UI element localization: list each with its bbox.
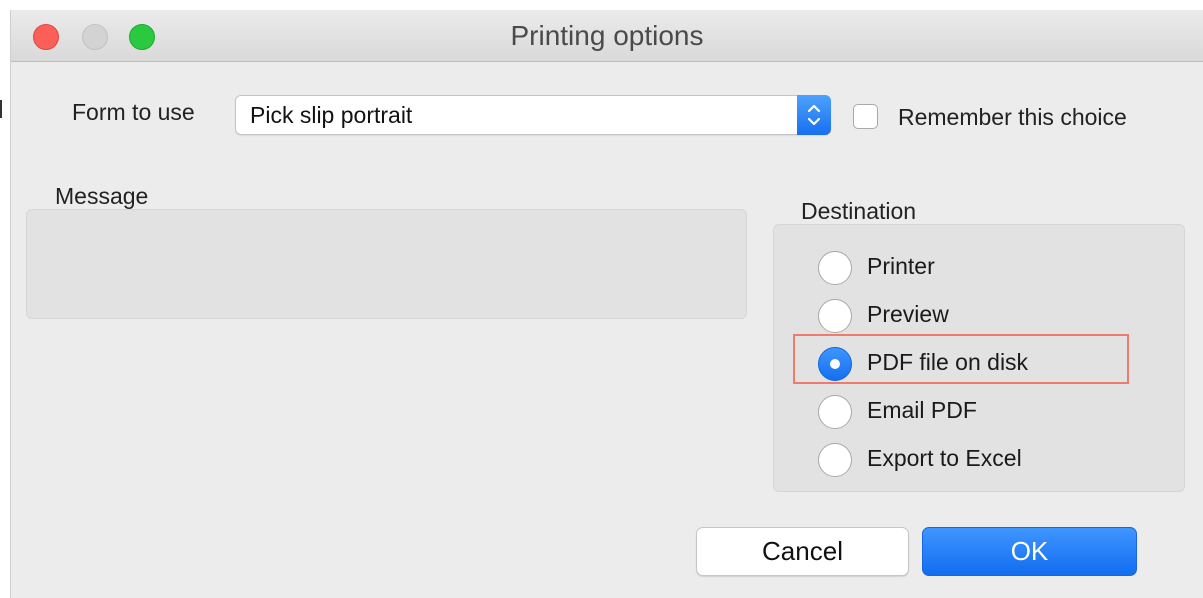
email-pdf-label: Email PDF (867, 397, 977, 423)
form-select[interactable]: Pick slip portrait (235, 95, 831, 135)
form-to-use-label: Form to use (72, 99, 195, 125)
export-excel-radio[interactable] (818, 443, 852, 477)
select-stepper-icon[interactable] (797, 95, 831, 135)
printer-label: Printer (867, 253, 935, 279)
email-pdf-radio[interactable] (818, 395, 852, 429)
printer-radio[interactable] (818, 251, 852, 285)
message-label: Message (55, 183, 149, 209)
destination-option-email-pdf[interactable]: Email PDF (818, 391, 1158, 431)
form-select-value: Pick slip portrait (250, 102, 413, 128)
ok-button[interactable]: OK (922, 527, 1137, 576)
window-edge-mark (0, 100, 2, 118)
destination-option-preview[interactable]: Preview (818, 295, 1158, 335)
title-bar[interactable]: Printing options (11, 10, 1203, 62)
remember-choice-label[interactable]: Remember this choice (898, 104, 1127, 131)
selected-option-highlight (793, 334, 1129, 384)
preview-radio[interactable] (818, 299, 852, 333)
remember-choice-checkbox[interactable] (853, 104, 878, 129)
export-excel-label: Export to Excel (867, 445, 1022, 471)
destination-label: Destination (801, 198, 917, 224)
preview-label: Preview (867, 301, 949, 327)
printing-options-dialog: Printing options Form to use Pick slip p… (10, 10, 1203, 598)
cancel-button[interactable]: Cancel (696, 527, 909, 576)
destination-option-printer[interactable]: Printer (818, 247, 1158, 287)
message-field[interactable] (26, 209, 747, 319)
window-title: Printing options (510, 20, 704, 51)
destination-option-export-excel[interactable]: Export to Excel (818, 439, 1158, 479)
